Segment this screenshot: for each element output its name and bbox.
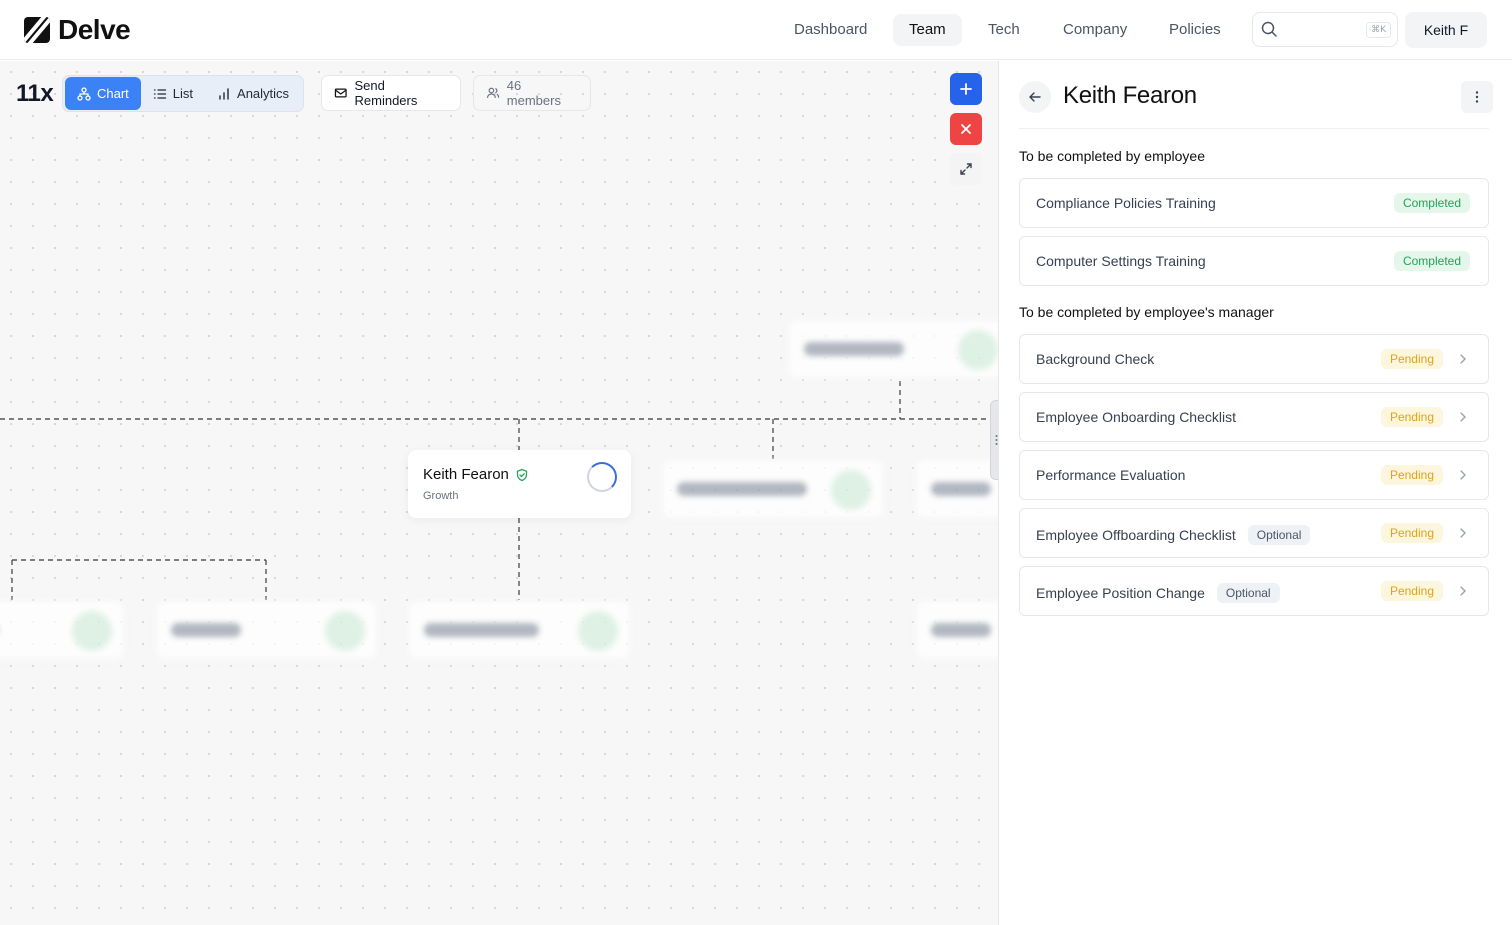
employee-detail-panel: Keith Fearon To be completed by employee… [998, 61, 1512, 925]
chevron-right-icon [1460, 586, 1466, 596]
back-button[interactable] [1019, 81, 1051, 113]
shield-check-icon [516, 468, 528, 481]
more-options-button[interactable] [1461, 81, 1493, 113]
node-name: Keith Fearon [423, 466, 509, 483]
optional-badge: Optional [1216, 583, 1280, 603]
more-vertical-icon [1475, 91, 1479, 103]
chevron-right-icon [1460, 354, 1466, 364]
status-badge: Pending [1380, 523, 1443, 543]
org-node[interactable] [408, 600, 631, 660]
node-department: Growth [423, 490, 459, 502]
task-name: Background Check [1036, 351, 1155, 367]
status-badge: Pending [1380, 465, 1443, 485]
org-chart-canvas[interactable]: 11x Chart List Analytics Send Reminders … [0, 61, 998, 925]
chevron-right-icon [1460, 470, 1466, 480]
status-badge: Pending [1380, 581, 1443, 601]
chevron-right-icon [1460, 528, 1466, 538]
task-position-change[interactable]: Employee Position Change Optional Pendin… [1019, 566, 1489, 616]
status-badge: Pending [1380, 349, 1443, 369]
logo[interactable]: Delve [24, 14, 131, 46]
nav-company[interactable]: Company [1047, 14, 1143, 46]
nav-dashboard[interactable]: Dashboard [778, 14, 883, 46]
org-node[interactable] [661, 459, 884, 519]
task-onboarding-checklist[interactable]: Employee Onboarding Checklist Pending [1019, 392, 1489, 442]
brand-name: Delve [58, 14, 131, 45]
panel-title: Keith Fearon [1063, 82, 1197, 109]
status-badge: Pending [1380, 407, 1443, 427]
org-node[interactable] [788, 319, 998, 379]
task-computer-settings-training[interactable]: Computer Settings Training Completed [1019, 236, 1489, 286]
org-node[interactable] [915, 459, 998, 519]
delve-logo-icon [24, 17, 50, 43]
org-node[interactable] [915, 600, 998, 660]
task-compliance-training[interactable]: Compliance Policies Training Completed [1019, 178, 1489, 228]
task-performance-evaluation[interactable]: Performance Evaluation Pending [1019, 450, 1489, 500]
task-name: Performance Evaluation [1036, 467, 1186, 483]
top-navigation: Delve Dashboard Team Tech Company Polici… [0, 0, 1512, 60]
chevron-right-icon [1460, 412, 1466, 422]
org-node[interactable] [155, 600, 378, 660]
nav-policies[interactable]: Policies [1153, 14, 1237, 46]
search-box[interactable]: ⌘K [1252, 12, 1398, 47]
nav-tech[interactable]: Tech [972, 14, 1036, 46]
task-offboarding-checklist[interactable]: Employee Offboarding Checklist Optional … [1019, 508, 1489, 558]
org-node-selected[interactable]: Keith Fearon Growth [408, 450, 631, 518]
search-shortcut-hint: ⌘K [1366, 22, 1391, 38]
task-name: Compliance Policies Training [1036, 195, 1216, 211]
search-input[interactable] [1287, 19, 1357, 41]
optional-badge: Optional [1247, 525, 1311, 545]
panel-divider [1019, 128, 1489, 129]
manager-section-heading: To be completed by employee's manager [1019, 304, 1274, 320]
nav-team[interactable]: Team [893, 14, 962, 46]
task-name: Computer Settings Training [1036, 253, 1206, 269]
employee-section-heading: To be completed by employee [1019, 148, 1205, 164]
arrow-left-icon [1029, 92, 1041, 102]
loading-spinner-icon [587, 462, 617, 492]
task-name: Employee Offboarding Checklist [1036, 527, 1236, 543]
search-icon [1261, 21, 1277, 37]
task-name: Employee Onboarding Checklist [1036, 409, 1236, 425]
status-badge: Completed [1393, 193, 1470, 213]
task-background-check[interactable]: Background Check Pending [1019, 334, 1489, 384]
org-node[interactable] [0, 600, 125, 660]
status-badge: Completed [1393, 251, 1470, 271]
task-name: Employee Position Change [1036, 585, 1205, 601]
user-menu-button[interactable]: Keith F [1405, 12, 1487, 48]
